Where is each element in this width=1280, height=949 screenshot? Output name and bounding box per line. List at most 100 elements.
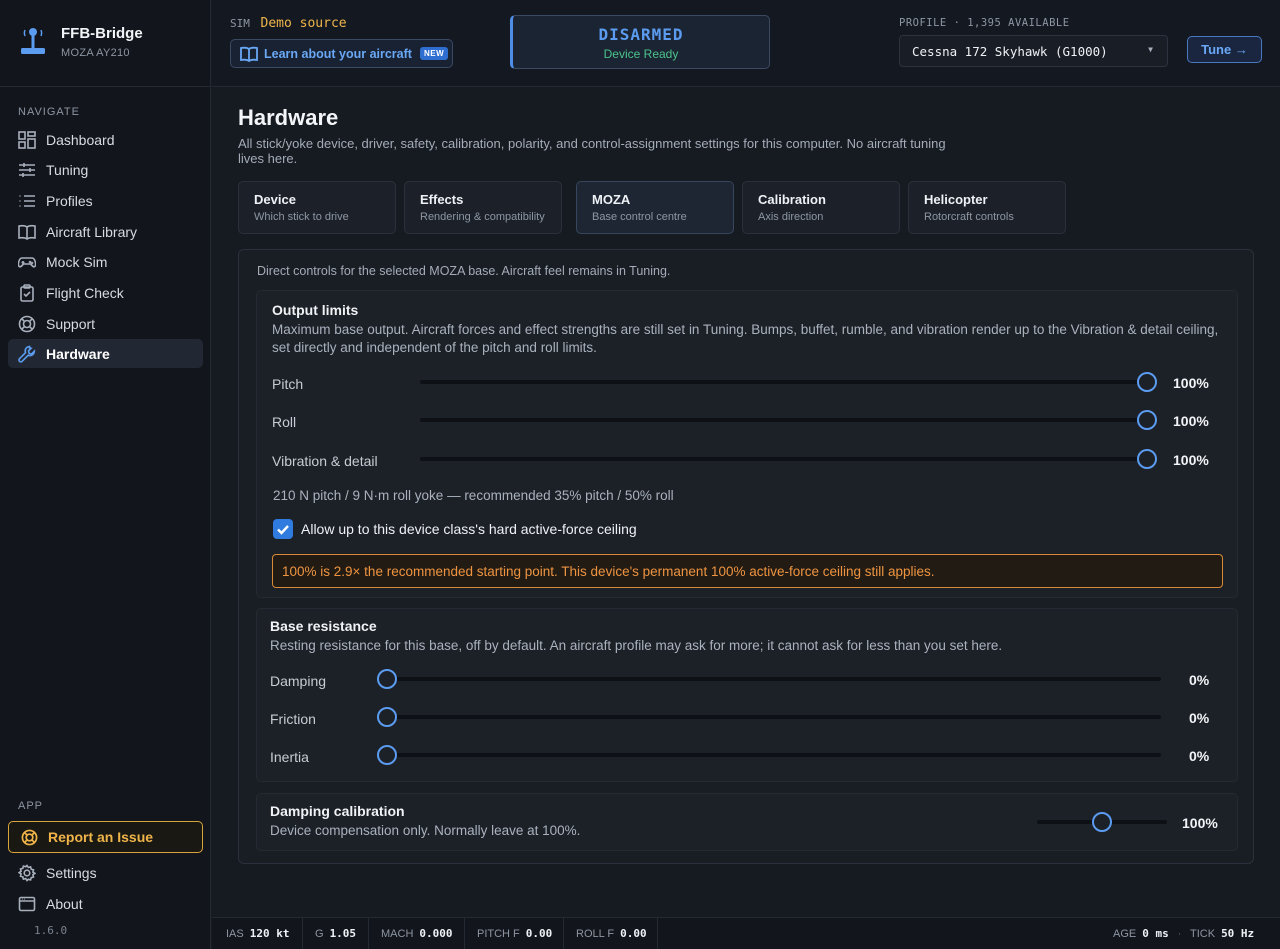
tune-button[interactable]: Tune →	[1187, 36, 1262, 63]
slider-thumb[interactable]	[377, 707, 397, 727]
status-age: AGE 0 ms ·	[1113, 927, 1182, 940]
top-bar: SIM Demo source Learn about your aircraf…	[212, 0, 1280, 87]
tab-title: MOZA	[592, 192, 631, 207]
checkbox-label[interactable]: Allow up to this device class's hard act…	[301, 521, 637, 537]
profile-select[interactable]: Cessna 172 Skyhawk (G1000) ▼	[899, 35, 1168, 67]
tab-title: Effects	[420, 192, 464, 207]
lifebuoy-icon	[21, 829, 38, 845]
section-title: Output limits	[272, 302, 359, 318]
slider-thumb[interactable]	[1137, 449, 1157, 469]
sidebar-item-settings[interactable]: Settings	[8, 858, 203, 887]
status-label: ROLL F	[576, 927, 615, 940]
sliders-icon	[19, 162, 35, 177]
lifebuoy-icon	[18, 315, 36, 332]
status-value: 0.000	[419, 927, 453, 940]
status-label: MACH	[381, 927, 414, 940]
tab-subtitle: Base control centre	[592, 211, 687, 223]
sim-label: SIM	[230, 17, 250, 30]
sidebar-item-aircraft-library[interactable]: Aircraft Library	[8, 217, 203, 246]
sidebar: FFB-Bridge MOZA AY210 NAVIGATE Dashboard…	[0, 0, 211, 949]
status-value: 50 Hz	[1221, 927, 1255, 940]
slider-value: 100%	[1182, 815, 1218, 831]
damping-slider[interactable]	[377, 669, 1161, 689]
sidebar-item-label: Settings	[46, 864, 97, 881]
inertia-slider[interactable]	[377, 745, 1161, 765]
roll-slider[interactable]	[420, 410, 1157, 430]
tab-calibration[interactable]: Calibration Axis direction	[742, 181, 900, 234]
status-tick: TICK 50 Hz	[1190, 918, 1254, 949]
slider-thumb[interactable]	[377, 745, 397, 765]
tab-helicopter[interactable]: Helicopter Rotorcraft controls	[908, 181, 1066, 234]
report-issue-label: Report an Issue	[48, 829, 154, 845]
section-description: Resting resistance for this base, off by…	[270, 638, 1003, 653]
sidebar-item-hardware[interactable]: Hardware	[8, 339, 203, 368]
sidebar-item-mock-sim[interactable]: Mock Sim	[8, 247, 203, 276]
tab-title: Device	[254, 192, 296, 207]
panel-intro: Direct controls for the selected MOZA ba…	[257, 264, 671, 278]
slider-label: Pitch	[272, 376, 304, 392]
slider-label: Roll	[272, 414, 297, 430]
slider-value: 0%	[1189, 672, 1210, 688]
sidebar-item-label: Aircraft Library	[46, 223, 138, 240]
status-label: G	[315, 927, 324, 940]
status-label: IAS	[226, 927, 244, 940]
tab-subtitle: Axis direction	[758, 211, 824, 223]
tab-subtitle: Which stick to drive	[254, 211, 349, 223]
clipboard-check-icon	[20, 283, 34, 302]
device-name: MOZA AY210	[61, 47, 130, 59]
section-title: Damping calibration	[270, 803, 405, 819]
navigate-label: NAVIGATE	[18, 106, 80, 118]
slider-thumb[interactable]	[1137, 372, 1157, 392]
status-pitch-force: PITCH F 0.00	[465, 918, 564, 949]
sidebar-item-support[interactable]: Support	[8, 309, 203, 338]
slider-label: Inertia	[270, 749, 309, 765]
sidebar-item-flight-check[interactable]: Flight Check	[8, 278, 203, 307]
device-status: Device Ready	[603, 47, 679, 61]
status-g: G 1.05	[303, 918, 369, 949]
report-issue-button[interactable]: Report an Issue	[8, 821, 203, 853]
arm-status-button[interactable]: DISARMED Device Ready	[510, 15, 770, 69]
slider-thumb[interactable]	[1092, 812, 1112, 832]
chevron-down-icon: ▼	[1148, 45, 1153, 54]
sim-source[interactable]: Demo source	[261, 16, 347, 31]
sidebar-item-label: Support	[46, 315, 96, 332]
vibration-slider[interactable]	[420, 449, 1157, 469]
app-name: FFB-Bridge	[61, 25, 143, 42]
status-label: TICK	[1190, 927, 1216, 940]
slider-thumb[interactable]	[377, 669, 397, 689]
recommendation-text: 210 N pitch / 9 N·m roll yoke — recommen…	[273, 488, 674, 503]
tab-effects[interactable]: Effects Rendering & compatibility	[404, 181, 562, 234]
section-description: Maximum base output. Aircraft forces and…	[272, 322, 1219, 355]
slider-value: 0%	[1189, 748, 1210, 764]
page-description: All stick/yoke device, driver, safety, c…	[238, 136, 946, 166]
slider-value: 0%	[1189, 710, 1210, 726]
hard-ceiling-checkbox[interactable]	[273, 519, 293, 539]
slider-value: 100%	[1173, 375, 1209, 391]
slider-label: Friction	[270, 711, 316, 727]
pitch-slider[interactable]	[420, 372, 1157, 392]
app-section-label: APP	[18, 800, 44, 812]
sidebar-item-profiles[interactable]: Profiles	[8, 186, 203, 215]
damping-calibration-slider[interactable]	[1037, 812, 1167, 832]
tab-device[interactable]: Device Which stick to drive	[238, 181, 396, 234]
sidebar-item-about[interactable]: About	[8, 889, 203, 918]
page-title: Hardware	[238, 105, 339, 130]
profile-value: Cessna 172 Skyhawk (G1000)	[912, 43, 1108, 59]
sidebar-item-label: Tuning	[46, 161, 89, 178]
friction-slider[interactable]	[377, 707, 1161, 727]
output-limits-card: Output limits Maximum base output. Aircr…	[256, 290, 1238, 598]
tab-moza[interactable]: MOZA Base control centre	[576, 181, 734, 234]
sidebar-item-dashboard[interactable]: Dashboard	[8, 125, 203, 154]
section-description: Device compensation only. Normally leave…	[270, 823, 581, 838]
learn-aircraft-button[interactable]: Learn about your aircraft NEW	[230, 39, 453, 68]
list-icon	[19, 194, 35, 207]
slider-thumb[interactable]	[1137, 410, 1157, 430]
window-icon	[18, 896, 36, 911]
sidebar-item-label: Dashboard	[46, 131, 115, 148]
sidebar-item-label: Hardware	[46, 345, 110, 362]
joystick-logo-icon	[21, 28, 45, 54]
sidebar-item-tuning[interactable]: Tuning	[8, 155, 203, 184]
status-label: PITCH F	[477, 927, 520, 940]
brand-header: FFB-Bridge MOZA AY210	[0, 0, 211, 87]
slider-value: 100%	[1173, 413, 1209, 429]
